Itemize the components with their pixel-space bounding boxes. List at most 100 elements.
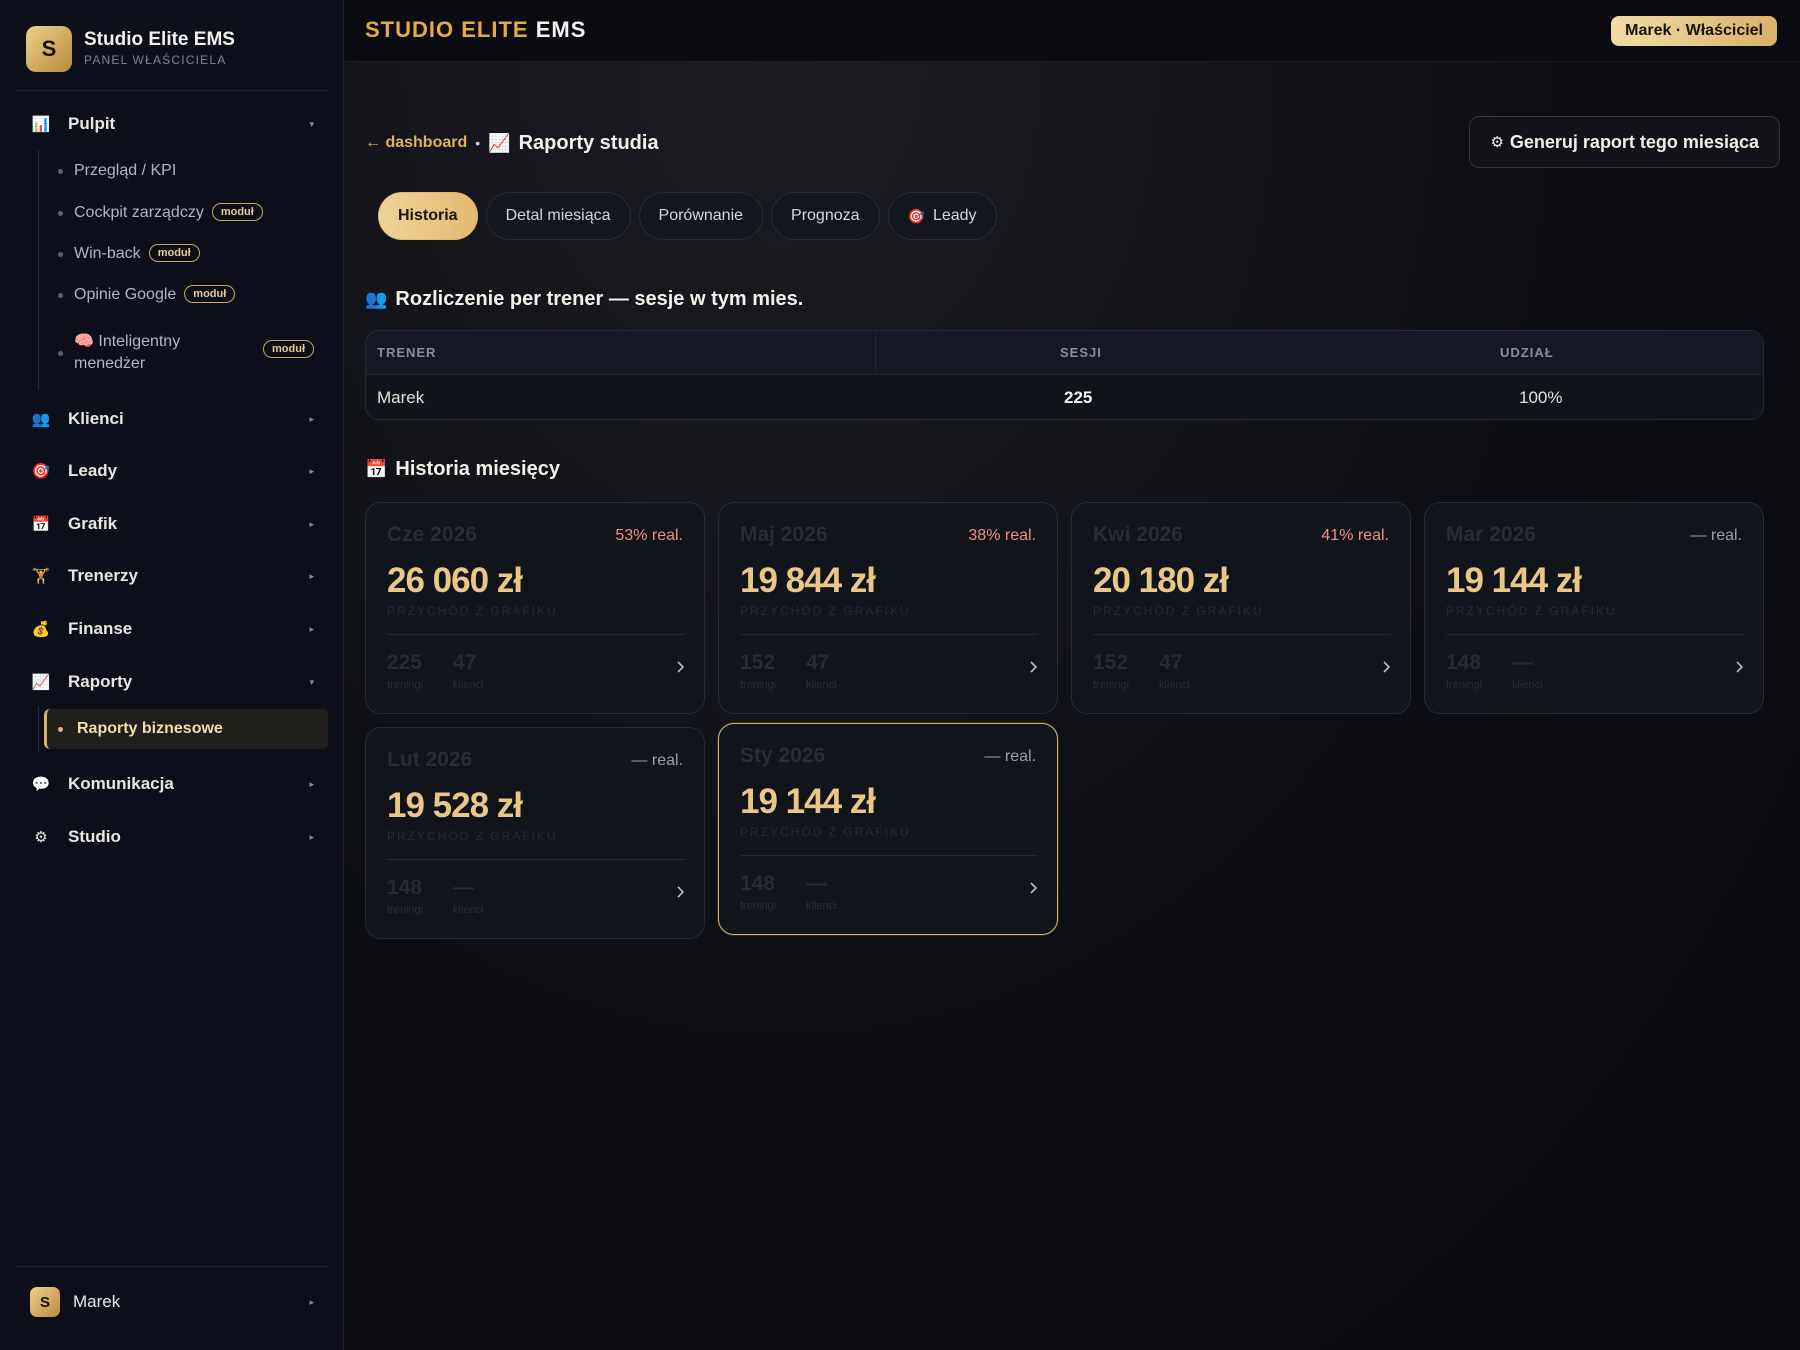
tab-porownanie[interactable]: Porównanie (638, 192, 764, 240)
card-trainings-label: treningi (1446, 679, 1483, 691)
month-card[interactable]: Mar 2026 — real. 19 144 zł PRZYCHÓD Z GR… (1424, 502, 1764, 714)
history-section-title: 📅 Historia miesięcy (365, 458, 560, 481)
nav-item-studio[interactable]: ⚙ Studio ▸ (16, 817, 328, 857)
tab-detal-miesiaca[interactable]: Detal miesiąca (485, 192, 631, 240)
nav-item-klienci[interactable]: 👥 Klienci ▸ (16, 399, 328, 439)
card-realization: — real. (1690, 527, 1742, 544)
submenu-line (38, 706, 39, 752)
card-revenue: 19 844 zł (740, 561, 876, 600)
sub-item-cockpit[interactable]: Cockpit zarządczy moduł (44, 197, 328, 229)
sub-item-label: Raporty biznesowe (77, 720, 223, 737)
nav-item-trenerzy[interactable]: 🏋 Trenerzy ▸ (16, 556, 328, 596)
tab-prognoza[interactable]: Prognoza (771, 192, 880, 240)
nav-item-raporty[interactable]: 📈 Raporty ▾ (16, 662, 328, 702)
nav-item-komunikacja[interactable]: 💬 Komunikacja ▸ (16, 764, 328, 804)
breadcrumb-separator: • (475, 135, 481, 151)
month-card[interactable]: Lut 2026 — real. 19 528 zł PRZYCHÓD Z GR… (365, 727, 705, 939)
chevron-right-icon: ▸ (309, 1296, 314, 1307)
module-badge: moduł (263, 340, 314, 358)
card-trainings-label: treningi (387, 904, 424, 916)
card-revenue-label: PRZYCHÓD Z GRAFIKU (740, 604, 911, 618)
brand-subtitle: PANEL WŁAŚCICIELA (84, 53, 227, 67)
user-menu[interactable]: S Marek ▸ (16, 1284, 328, 1320)
chevron-right-icon (1030, 661, 1038, 673)
bullet-icon (58, 292, 63, 298)
card-trainings-label: treningi (387, 679, 424, 691)
sub-item-opinie-google[interactable]: Opinie Google moduł (44, 279, 328, 311)
module-badge: moduł (211, 203, 263, 221)
chevron-down-icon: ▾ (309, 118, 314, 129)
bullet-icon (58, 726, 63, 732)
calendar-icon: 📅 (31, 516, 51, 533)
card-trainings: 148 (740, 872, 776, 895)
nav-item-leady[interactable]: 🎯 Leady ▸ (16, 451, 328, 491)
avatar: S (30, 1287, 60, 1317)
card-trainings-label: treningi (1093, 679, 1130, 691)
chevron-right-icon (677, 886, 685, 898)
sub-item-przeglad-kpi[interactable]: Przegląd / KPI (44, 155, 328, 187)
generate-report-label: Generuj raport tego miesiąca (1509, 131, 1759, 152)
tab-label: Leady (932, 207, 977, 224)
chevron-down-icon: ▾ (309, 676, 314, 687)
card-month: Kwi 2026 (1093, 523, 1183, 546)
card-clients-label: klienci (1512, 679, 1543, 691)
card-trainings: 148 (1446, 651, 1482, 674)
card-month: Mar 2026 (1446, 523, 1536, 546)
chevron-right-icon: ▸ (309, 518, 314, 529)
nav-label: Pulpit (68, 114, 116, 133)
tab-historia[interactable]: Historia (378, 192, 478, 240)
card-clients: 47 (806, 651, 830, 674)
chevron-right-icon: ▸ (309, 623, 314, 634)
card-divider (387, 859, 685, 860)
card-revenue: 20 180 zł (1093, 561, 1229, 600)
sub-item-label: Opinie Google (74, 286, 177, 303)
column-divider (875, 331, 876, 375)
module-badge: moduł (148, 244, 200, 262)
month-card[interactable]: Cze 2026 53% real. 26 060 zł PRZYCHÓD Z … (365, 502, 705, 714)
section-title-text: Rozliczenie per trener — sesje w tym mie… (395, 288, 804, 310)
sub-item-raporty-biznesowe[interactable]: Raporty biznesowe (44, 709, 328, 749)
sub-item-inteligentny-menedzer[interactable]: 🧠 Inteligentny menedżer moduł (44, 328, 328, 378)
bullet-icon (58, 210, 63, 216)
chevron-right-icon (1736, 661, 1744, 673)
nav-item-pulpit[interactable]: 📊 Pulpit ▾ (16, 104, 328, 144)
nav-label: Klienci (68, 409, 124, 428)
brand[interactable]: S Studio Elite EMS PANEL WŁAŚCICIELA (26, 26, 326, 72)
card-trainings: 152 (740, 651, 776, 674)
card-trainings-label: treningi (740, 900, 777, 912)
card-realization: 38% real. (968, 527, 1036, 544)
nav-label: Grafik (68, 514, 118, 533)
month-card[interactable]: Maj 2026 38% real. 19 844 zł PRZYCHÓD Z … (718, 502, 1058, 714)
sub-item-win-back[interactable]: Win-back moduł (44, 238, 328, 270)
tab-label: Prognoza (791, 207, 860, 224)
month-card-selected[interactable]: Sty 2026 — real. 19 144 zł PRZYCHÓD Z GR… (718, 723, 1058, 935)
sub-item-label: Przegląd / KPI (74, 162, 177, 179)
nav-label: Leady (68, 461, 118, 480)
card-divider (387, 634, 685, 635)
section-title-text: Historia miesięcy (395, 458, 560, 480)
card-clients: 47 (1159, 651, 1183, 674)
month-card[interactable]: Kwi 2026 41% real. 20 180 zł PRZYCHÓD Z … (1071, 502, 1411, 714)
cell-share: 100% (1519, 388, 1563, 407)
bullet-icon (58, 251, 63, 257)
card-divider (740, 855, 1038, 856)
nav-item-grafik[interactable]: 📅 Grafik ▸ (16, 504, 328, 544)
role-badge[interactable]: Marek · Właściciel (1611, 16, 1777, 46)
column-header-trainer: TRENER (377, 345, 437, 360)
back-to-dashboard-link[interactable]: ← dashboard (365, 134, 467, 152)
tab-label: Porównanie (658, 207, 744, 224)
card-clients: — (1512, 651, 1533, 674)
column-header-sessions: SESJI (1060, 345, 1102, 360)
nav-label: Komunikacja (68, 774, 174, 793)
cell-trainer: Marek (377, 388, 425, 407)
tab-leady[interactable]: 🎯 Leady (887, 192, 997, 240)
generate-report-button[interactable]: ⚙ Generuj raport tego miesiąca (1469, 116, 1780, 168)
card-month: Lut 2026 (387, 748, 473, 771)
card-divider (1446, 634, 1744, 635)
dumbbell-icon: 🏋 (31, 568, 51, 585)
app-title: STUDIO ELITE EMS (365, 17, 586, 43)
card-clients-label: klienci (453, 679, 484, 691)
trend-chart-icon: 📈 (31, 674, 51, 691)
column-header-share: UDZIAŁ (1500, 345, 1554, 360)
nav-item-finanse[interactable]: 💰 Finanse ▸ (16, 609, 328, 649)
